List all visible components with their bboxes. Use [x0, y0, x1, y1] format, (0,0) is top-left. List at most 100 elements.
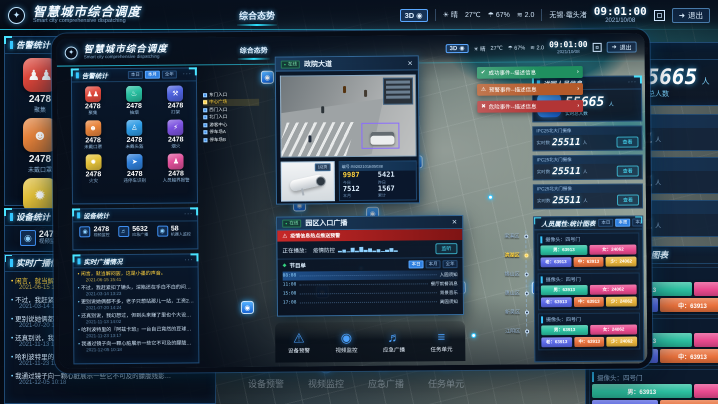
toolbar-item[interactable]: ◉ 视频监控 [335, 330, 357, 353]
period-tab[interactable]: 本日 [128, 71, 143, 79]
more-menu[interactable]: ··· [184, 211, 193, 217]
device-stat-item[interactable]: ♬ 5632 应急广播 [118, 226, 148, 238]
period-tab[interactable]: 本日 [409, 260, 424, 268]
more-menu[interactable]: ··· [184, 257, 193, 263]
event-toast[interactable]: ✖ 危险事件--描述信息 › [477, 100, 583, 113]
exit-button[interactable]: ➜退出 [672, 8, 710, 23]
attribute-pill[interactable]: 女：24062 [694, 282, 718, 296]
attribute-pill[interactable]: 中：63913 [574, 297, 605, 307]
poi-icon [203, 116, 207, 120]
attribute-pill[interactable]: 少：24062 [606, 297, 637, 307]
schedule-row[interactable]: 17:08 离园须知 [283, 297, 458, 308]
attribute-pill[interactable]: 男：63913 [541, 325, 588, 335]
alarm-tile[interactable]: ✹ 2478 火灾 [73, 150, 115, 184]
alarm-tile[interactable]: ♟♟ 2478 聚集 [72, 82, 114, 116]
attribute-pill[interactable]: 老：63913 [592, 400, 658, 404]
exit-button[interactable]: ➜退出 [607, 42, 637, 53]
3d-mode-toggle[interactable]: 3D◉ [446, 44, 469, 53]
close-icon[interactable]: ✕ [452, 218, 458, 226]
weather-temperature: 27℃ [491, 46, 503, 52]
event-toast[interactable]: ✔ 成功事件--描述信息 › [477, 66, 583, 79]
panel-title: 设备统计 [16, 211, 50, 223]
close-icon[interactable]: ✕ [407, 59, 413, 67]
now-playing-row: 正在播放： 疫情防控 ▂▄▁▆▂▇▃▅▂▄▁▃▅▂ 监听 [277, 240, 462, 259]
3d-mode-toggle[interactable]: 3D◉ [400, 9, 428, 22]
broadcast-list-item[interactable]: 闲言，就当解闷罢，这是小墨的声音。 2021-06-15 15:41 [74, 267, 198, 282]
app-subtitle: Smart city comprehensive dispatching [84, 54, 168, 59]
attribute-pill[interactable]: 女：24062 [694, 384, 718, 398]
alarm-tile[interactable]: ⚡ 2478 烟火 [155, 115, 197, 149]
view-button[interactable]: 查看 [617, 194, 639, 205]
device-stat-item[interactable]: ◉ 58 机器人监控 [157, 225, 191, 237]
camera-pager[interactable]: 1/2页 [315, 163, 331, 171]
period-tab[interactable]: 本日 [598, 219, 613, 227]
more-menu[interactable]: ··· [628, 80, 637, 86]
poi-icon [203, 123, 207, 127]
fullscreen-icon[interactable] [593, 43, 602, 52]
broadcast-list-item[interactable]: 不过，我赶紧扣了镜头，深陷还在乎白不白的问题？ 2021-03-14 13:23 [74, 281, 198, 296]
broadcast-list-item[interactable]: 我通过镜子向一颗心脏展示一些它不可及的朦胧残影… 2021-12-05 10:1… [5, 367, 215, 386]
broadcast-list-item[interactable]: 更别说她俩都不多，老子只想站那儿一站，工资2万起… 2021-07-20 14:… [74, 295, 198, 310]
district-stop[interactable]: 惠山区 [467, 283, 529, 303]
floating-dashboard-window[interactable]: ✦ 智慧城市综合调度 Smart city comprehensive disp… [57, 33, 648, 368]
map-marker-icon[interactable] [488, 195, 493, 200]
alarm-tile[interactable]: ⚒ 2478 打架 [155, 81, 197, 115]
more-menu[interactable]: ··· [183, 71, 192, 77]
attribute-pill[interactable]: 中：63913 [574, 337, 605, 347]
device-stat-item[interactable]: ◉ 2478 视频监控 [20, 230, 61, 246]
alarm-tile[interactable]: ☻ 2478 未戴口罩 [72, 116, 114, 150]
attribute-pill[interactable]: 女：24062 [694, 333, 718, 347]
alarm-tile[interactable]: ♨ 2478 抽烟 [113, 82, 155, 116]
map-marker-icon[interactable]: ◉ [241, 301, 254, 314]
attribute-pill[interactable]: 女：24062 [589, 245, 636, 255]
period-tab[interactable]: 全年 [162, 71, 177, 79]
district-stop[interactable]: 锡山区 [467, 264, 529, 284]
tab-overview[interactable]: 综合态势 [239, 9, 275, 22]
alarm-tile[interactable]: ♙ 2478 未戴头盔 [114, 116, 156, 150]
view-button[interactable]: 查看 [616, 136, 638, 147]
view-button[interactable]: 查看 [617, 165, 639, 176]
attribute-pill[interactable]: 男：63913 [541, 285, 588, 295]
period-tab[interactable]: 本月 [632, 218, 644, 226]
attribute-pill[interactable]: 少：24062 [607, 337, 638, 347]
toolbar-item[interactable]: ⚠ 设备预警 [288, 331, 310, 354]
listen-button[interactable]: 监听 [435, 243, 457, 254]
map-marker-icon[interactable]: ◉ [261, 71, 274, 84]
tab-overview[interactable]: 综合态势 [240, 46, 268, 56]
period-tab[interactable]: 全年 [443, 260, 458, 268]
attribute-pill[interactable]: 老：63913 [541, 337, 572, 347]
broadcast-list-item[interactable]: 我通过镜子向一颗心脏展示一些它不可及的朦胧残影… 2021-12-05 10:1… [74, 337, 198, 352]
period-tab[interactable]: 本月 [145, 71, 160, 79]
attribute-pill[interactable]: 女：24062 [590, 325, 637, 335]
attribute-pill[interactable]: 少：24062 [606, 257, 637, 267]
schedule-time: 08:08 [283, 273, 297, 278]
period-tab[interactable]: 本月 [426, 260, 441, 268]
fullscreen-icon[interactable] [654, 10, 665, 21]
toolbar-item[interactable]: ♬ 应急广播 [383, 330, 405, 353]
map-poi-item[interactable]: 停车场B [203, 136, 259, 144]
broadcast-list-item[interactable]: 哈利波特里的『阿兹卡班』一台自己竟然的豆球，整个… 2021-11-23 13:… [74, 323, 198, 338]
live-video-feed[interactable] [280, 74, 417, 157]
attribute-pill[interactable]: 中：63913 [573, 257, 604, 267]
district-stop[interactable]: 江阴区 [467, 321, 529, 341]
attribute-pill[interactable]: 女：24062 [590, 285, 637, 295]
district-stop[interactable]: 梁溪区 [466, 226, 528, 246]
period-tab[interactable]: 本周 [615, 219, 630, 227]
bottom-toolbar: ⚠ 设备预警 ◉ 视频监控 ♬ 应急广播 ≡ 任务单元 [275, 321, 465, 363]
device-stat-item[interactable]: ◉ 2478 视频监控 [80, 226, 110, 238]
attribute-pill[interactable]: 男：63913 [592, 384, 692, 398]
broadcast-list-item[interactable]: 还真别说，我幻想过，但到头来赚了里也个大设备健… 2021-11-13 14:0… [74, 309, 198, 324]
attribute-pill[interactable]: 老：63913 [541, 297, 572, 307]
attribute-pill[interactable]: 老：63913 [540, 257, 571, 267]
alarm-stats-panel: 告警统计 本日本月全年 ··· ♟♟ 2478 聚集 ♨ 2478 [71, 67, 198, 204]
attribute-pill[interactable]: 中：63913 [660, 298, 718, 312]
district-stop[interactable]: 新吴区 [467, 302, 529, 322]
attribute-pill[interactable]: 中：63913 [660, 349, 718, 363]
attribute-pill[interactable]: 男：63913 [540, 245, 587, 255]
attribute-pill[interactable]: 中：63913 [660, 400, 718, 404]
district-stop[interactable]: 滨湖区 [466, 245, 528, 265]
alarm-tile[interactable]: ➤ 2478 违停车识别 [114, 150, 156, 184]
alarm-tile[interactable]: ♟ 2478 人员越界报警 [155, 149, 197, 183]
event-toast[interactable]: ⚠ 预警事件--描述信息 › [477, 83, 583, 96]
toolbar-item[interactable]: ≡ 任务单元 [430, 330, 452, 353]
